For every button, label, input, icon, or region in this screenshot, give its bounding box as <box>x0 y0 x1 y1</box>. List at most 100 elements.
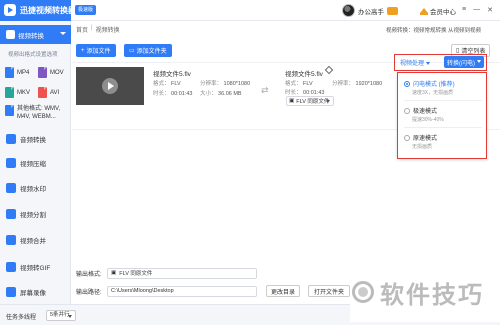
edit-icon[interactable] <box>324 65 334 75</box>
source-file-name: 视频文件5.flv <box>153 71 191 78</box>
watermark-icon <box>6 183 16 193</box>
sidebar-item-label: 屏幕录像 <box>20 290 46 297</box>
format-label: MOV <box>50 69 64 76</box>
mode-option-lightning[interactable]: 闪电模式 (推荐) 速度3X，无损画质 <box>404 79 484 96</box>
convert-mode-dropdown: 闪电模式 (推荐) 速度3X，无损画质 极速模式 提速30%-40% 原速模式 … <box>397 72 487 159</box>
crown-icon <box>420 7 428 15</box>
account-name[interactable]: 办公高手 <box>358 6 384 16</box>
format-label: 其他格式: WMV, M4V, WEBM... <box>17 106 61 120</box>
output-path-label: 输出路径: <box>76 289 102 296</box>
sidebar-sub-title: 视频出格式设置选项 <box>8 52 58 58</box>
output-path-value: C:\Users\Mloong\Desktop <box>111 288 174 294</box>
avatar[interactable] <box>342 4 355 17</box>
sidebar-item-video-convert[interactable]: 视频转换 <box>0 25 71 44</box>
split-icon <box>6 209 16 219</box>
compress-icon <box>6 158 16 168</box>
threads-label: 任务多线程 <box>6 315 37 321</box>
add-file-label: 添加文件 <box>86 49 111 55</box>
mode-title: 闪电模式 (推荐) <box>413 82 455 88</box>
breadcrumb: 首页 | 视频转换 <box>76 25 120 34</box>
target-resolution: 分辨率： 1920*1080 <box>332 81 383 87</box>
open-folder-button[interactable]: 打开文件夹 <box>308 285 350 297</box>
output-format-select[interactable]: ▣ FLV 同原文件 <box>107 267 257 279</box>
chevron-down-icon <box>425 61 430 65</box>
play-icon[interactable] <box>102 78 118 94</box>
target-format: 格式： FLV <box>285 81 313 87</box>
source-size: 大小： 36.06 MB <box>200 91 242 97</box>
target-duration: 时长： 00:01:43 <box>285 90 325 96</box>
add-file-button[interactable]: + 添加文件 <box>76 44 116 57</box>
radio-icon[interactable] <box>404 107 410 114</box>
format-mp4[interactable]: MP4 <box>5 67 29 78</box>
sidebar-item-split[interactable]: 视频分割 <box>0 203 71 225</box>
watermark-overlay: 软件技巧 <box>350 262 500 322</box>
plus-icon: + <box>81 47 85 54</box>
format-other[interactable]: 其他格式: WMV, M4V, WEBM... <box>5 105 69 121</box>
account-area[interactable]: 办公高手 <box>342 3 398 18</box>
sidebar-item-label: 视频转GIF <box>20 265 51 272</box>
other-file-icon <box>5 105 14 116</box>
mp4-file-icon <box>5 67 14 78</box>
breadcrumb-home[interactable]: 首页 <box>76 25 88 34</box>
close-icon[interactable]: ✕ <box>487 6 493 14</box>
target-file-name[interactable]: 视频文件5.flv <box>285 68 323 78</box>
threads-value: 5条并行 <box>50 312 70 318</box>
mode-option-original[interactable]: 原速模式 无损画质 <box>404 133 484 150</box>
sidebar-item-record[interactable]: 屏幕录像 <box>0 281 71 303</box>
watermark-logo-icon <box>352 281 374 303</box>
sidebar-item-compress[interactable]: 视频压缩 <box>0 152 71 174</box>
sidebar-item-watermark[interactable]: 视频水印 <box>0 177 71 199</box>
convert-button[interactable]: 转换(闪电) <box>444 56 484 68</box>
format-mov[interactable]: MOV <box>38 67 64 78</box>
change-directory-button[interactable]: 更改目录 <box>266 285 300 297</box>
convert-arrow-icon: ⇄ <box>261 85 269 95</box>
output-path-field[interactable]: C:\Users\Mloong\Desktop <box>107 285 257 297</box>
target-format-select-value: FLV 同原文件 <box>296 99 330 105</box>
chevron-down-icon <box>60 32 66 35</box>
member-center-label: 会员中心 <box>430 9 456 16</box>
sidebar-item-gif[interactable]: 视频转GIF <box>0 256 71 278</box>
threads-select[interactable]: 5条并行 <box>46 310 76 321</box>
convert-button-label: 转换(闪电) <box>447 60 475 67</box>
breadcrumb-current: 视频转换 <box>95 28 120 34</box>
add-folder-label: 添加文件夹 <box>136 49 167 55</box>
mode-option-extreme[interactable]: 极速模式 提速30%-40% <box>404 106 484 123</box>
folder-icon: ▭ <box>129 48 135 54</box>
format-avi[interactable]: AVI <box>38 87 59 98</box>
video-processing-link[interactable]: 视频处理 <box>400 58 430 67</box>
video-file-icon: ▣ <box>289 98 295 104</box>
video-thumbnail[interactable] <box>76 67 144 105</box>
menu-icon[interactable]: ≡ <box>462 6 466 14</box>
minimize-icon[interactable]: — <box>473 6 480 14</box>
mode-desc: 无损画质 <box>412 144 433 150</box>
radio-icon[interactable] <box>404 134 410 141</box>
target-format-select[interactable]: ▣ FLV 同原文件 <box>286 96 334 106</box>
radio-selected-icon[interactable] <box>404 80 410 87</box>
video-processing-label: 视频处理 <box>400 61 425 67</box>
sidebar-item-label: 视频压缩 <box>20 161 46 168</box>
format-mkv[interactable]: MKV <box>5 87 30 98</box>
chevron-down-icon[interactable] <box>477 60 481 63</box>
mode-title: 极速模式 <box>413 109 438 115</box>
output-format-label: 输出格式: <box>76 271 102 278</box>
mkv-file-icon <box>5 87 14 98</box>
member-center-link[interactable]: 会员中心 <box>420 6 456 16</box>
sidebar-item-audio[interactable]: 音频转换 <box>0 128 71 150</box>
sidebar-item-label: 视频分割 <box>20 212 46 219</box>
app-name: 迅捷视频转换器 <box>20 6 76 15</box>
add-folder-button[interactable]: ▭ 添加文件夹 <box>124 44 172 57</box>
format-label: MKV <box>17 89 31 96</box>
mov-file-icon <box>38 67 47 78</box>
title-bar: 迅捷视频转换器 极速版 办公高手 会员中心 ≡ — ✕ <box>0 0 500 21</box>
window-controls: ≡ — ✕ <box>462 6 493 14</box>
video-convert-icon <box>6 30 15 39</box>
sidebar-item-label: 音频转换 <box>20 137 46 144</box>
sidebar-item-merge[interactable]: 视频合并 <box>0 229 71 251</box>
sidebar: 视频转换 视频出格式设置选项 MP4 MOV MKV AVI 其他格式: WMV… <box>0 21 71 304</box>
breadcrumb-separator: | <box>91 25 93 31</box>
sidebar-item-label: 视频合并 <box>20 238 46 245</box>
source-resolution: 分辨率： 1080*1080 <box>200 81 251 87</box>
chevron-down-icon <box>68 315 72 318</box>
source-duration: 时长： 00:01:43 <box>153 91 193 97</box>
app-logo-icon <box>4 4 16 16</box>
